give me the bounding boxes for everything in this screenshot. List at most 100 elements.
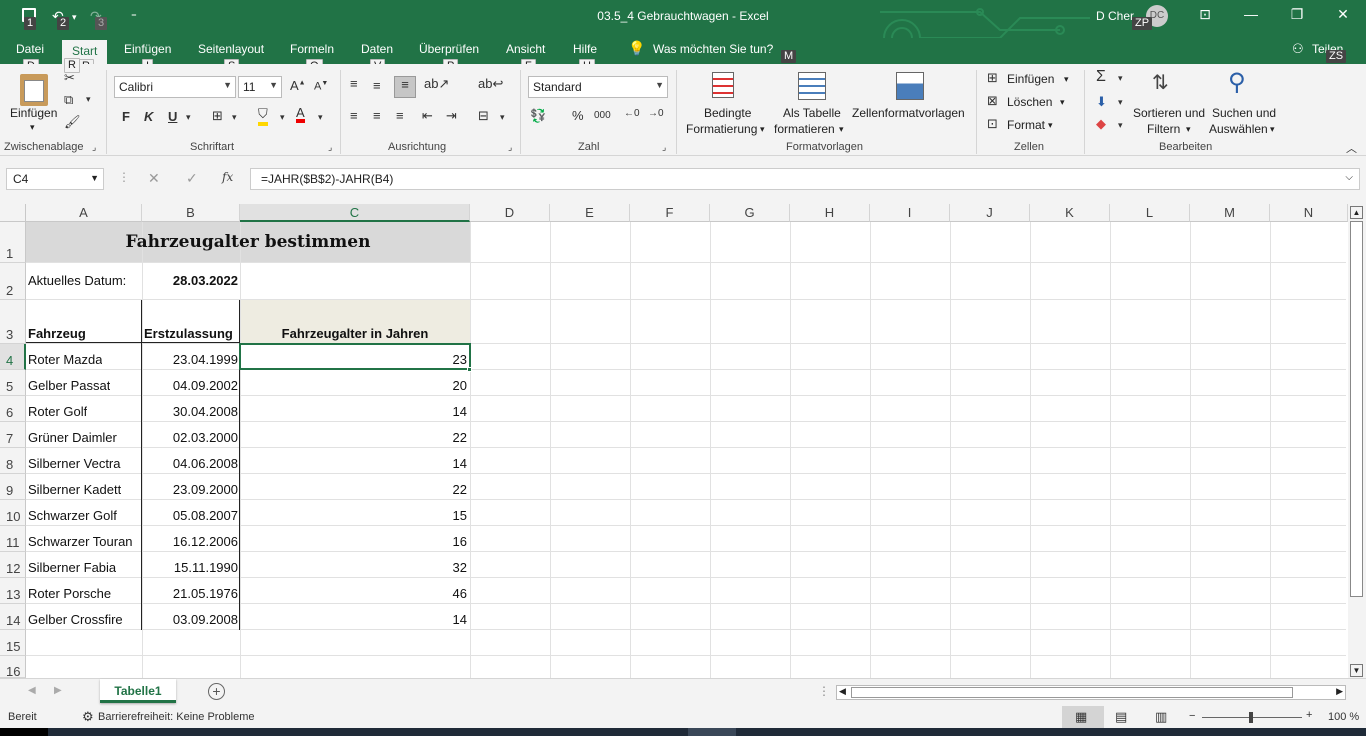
decrease-font-icon[interactable]: A▼: [314, 80, 328, 93]
active-cell-c4[interactable]: [239, 343, 471, 370]
delete-cells-button[interactable]: Löschen: [1007, 95, 1052, 110]
restore-icon[interactable]: ❐: [1282, 6, 1312, 28]
page-break-icon[interactable]: ▥: [1155, 709, 1167, 725]
format-painter-icon[interactable]: 🖌: [64, 114, 81, 130]
col-header-b[interactable]: B: [142, 204, 240, 222]
bold-button[interactable]: F: [122, 109, 130, 124]
next-sheet-icon[interactable]: ▶: [54, 685, 62, 696]
align-bottom-icon[interactable]: ≡: [394, 76, 416, 98]
row-header-8[interactable]: 8: [0, 448, 26, 474]
select-all-corner[interactable]: [0, 204, 26, 222]
row-header-1[interactable]: 1: [0, 222, 26, 263]
row-header-16[interactable]: 16: [0, 656, 26, 679]
cell-a3[interactable]: Fahrzeug: [28, 326, 86, 341]
cell-a5[interactable]: Gelber Passat: [28, 378, 110, 393]
cell-c11[interactable]: 16: [240, 534, 467, 549]
zoom-in-icon[interactable]: +: [1306, 709, 1312, 721]
align-right-icon[interactable]: ≡: [396, 108, 404, 123]
format-cells-button[interactable]: Format: [1007, 118, 1045, 133]
fill-icon[interactable]: ⬇: [1096, 94, 1107, 110]
fill-color-dropdown-icon[interactable]: ▾: [280, 112, 285, 123]
col-header-g[interactable]: G: [710, 204, 790, 222]
accessibility-status[interactable]: Barrierefreiheit: Keine Probleme: [98, 711, 255, 723]
borders-icon[interactable]: ⊞: [212, 108, 223, 124]
conditional-formatting-line2[interactable]: Formatierung: [686, 122, 757, 137]
col-header-f[interactable]: F: [630, 204, 710, 222]
grid-area[interactable]: [26, 222, 1346, 678]
scroll-down-icon[interactable]: ▼: [1350, 664, 1363, 677]
sort-filter-line1[interactable]: Sortieren und: [1133, 106, 1205, 121]
cell-a11[interactable]: Schwarzer Touran: [28, 534, 141, 549]
fill-dropdown-icon[interactable]: ▾: [1118, 97, 1123, 108]
vertical-scroll-thumb[interactable]: [1350, 221, 1363, 597]
row-header-11[interactable]: 11: [0, 526, 26, 552]
increase-decimal-icon[interactable]: ←0: [624, 108, 640, 119]
format-cells-icon[interactable]: ⊡: [987, 116, 998, 132]
find-select-dropdown-icon[interactable]: ▾: [1270, 122, 1275, 137]
find-select-line2[interactable]: Auswählen: [1209, 122, 1268, 137]
name-box[interactable]: C4 ▼: [6, 168, 104, 190]
copy-dropdown-icon[interactable]: ▾: [86, 94, 91, 105]
sort-filter-line2[interactable]: Filtern: [1147, 122, 1180, 137]
col-header-d[interactable]: D: [470, 204, 550, 222]
collapse-ribbon-icon[interactable]: ︿: [1346, 140, 1357, 156]
font-launcher-icon[interactable]: ⌟: [328, 142, 332, 153]
cell-c14[interactable]: 14: [240, 612, 467, 627]
autosum-icon[interactable]: Σ: [1096, 68, 1106, 86]
row-header-9[interactable]: 9: [0, 474, 26, 500]
cell-a13[interactable]: Roter Porsche: [28, 586, 111, 601]
col-header-e[interactable]: E: [550, 204, 630, 222]
minimize-icon[interactable]: —: [1236, 6, 1266, 28]
cell-a2[interactable]: Aktuelles Datum:: [28, 273, 126, 288]
page-layout-icon[interactable]: ▤: [1115, 709, 1127, 725]
row-header-2[interactable]: 2: [0, 263, 26, 300]
row-header-13[interactable]: 13: [0, 578, 26, 604]
tab-daten[interactable]: Daten: [361, 42, 393, 56]
cell-b12[interactable]: 15.11.1990: [142, 560, 238, 575]
merge-dropdown-icon[interactable]: ▾: [500, 112, 505, 123]
find-select-line1[interactable]: Suchen und: [1212, 106, 1276, 121]
paste-dropdown-icon[interactable]: ▾: [30, 120, 35, 135]
insert-cells-icon[interactable]: ⊞: [987, 70, 998, 86]
format-as-table-icon[interactable]: [798, 72, 826, 100]
thousands-separator-icon[interactable]: 000: [594, 110, 611, 121]
increase-font-icon[interactable]: A▲: [290, 78, 306, 93]
cell-b14[interactable]: 03.09.2008: [142, 612, 238, 627]
row-header-10[interactable]: 10: [0, 500, 26, 526]
zoom-level[interactable]: 100 %: [1328, 711, 1359, 723]
orientation-icon[interactable]: ab↗: [424, 76, 449, 92]
cell-c8[interactable]: 14: [240, 456, 467, 471]
tell-me-input[interactable]: Was möchten Sie tun?: [653, 42, 773, 56]
split-handle-icon[interactable]: ⋮: [818, 684, 830, 698]
cell-b8[interactable]: 04.06.2008: [142, 456, 238, 471]
close-icon[interactable]: ✕: [1328, 6, 1358, 28]
accounting-format-icon[interactable]: 💱: [530, 108, 546, 124]
font-color-icon[interactable]: A: [296, 106, 305, 123]
col-header-n[interactable]: N: [1270, 204, 1348, 222]
align-left-icon[interactable]: ≡: [350, 108, 358, 123]
paste-button[interactable]: Einfügen: [10, 106, 57, 121]
cell-a14[interactable]: Gelber Crossfire: [28, 612, 123, 627]
cell-b6[interactable]: 30.04.2008: [142, 404, 238, 419]
format-as-table-line2[interactable]: formatieren: [774, 122, 835, 137]
sort-filter-dropdown-icon[interactable]: ▾: [1186, 122, 1191, 137]
row-header-4[interactable]: 4: [0, 344, 26, 370]
cell-a10[interactable]: Schwarzer Golf: [28, 508, 117, 523]
align-middle-icon[interactable]: ≡: [373, 78, 381, 93]
enter-icon[interactable]: ✓: [186, 170, 198, 187]
col-header-j[interactable]: J: [950, 204, 1030, 222]
row-header-3[interactable]: 3: [0, 300, 26, 344]
cell-c5[interactable]: 20: [240, 378, 467, 393]
scroll-right-icon[interactable]: ▶: [1336, 686, 1343, 697]
scroll-up-icon[interactable]: ▲: [1350, 206, 1363, 219]
row-header-14[interactable]: 14: [0, 604, 26, 630]
tab-hilfe[interactable]: Hilfe: [573, 42, 597, 56]
conditional-formatting-line1[interactable]: Bedingte: [704, 106, 751, 121]
row-header-5[interactable]: 5: [0, 370, 26, 396]
add-sheet-icon[interactable]: +: [208, 683, 225, 700]
cell-a6[interactable]: Roter Golf: [28, 404, 87, 419]
cell-a1-title[interactable]: Fahrzeugalter bestimmen: [26, 232, 470, 252]
merge-center-icon[interactable]: ⊟: [478, 108, 489, 124]
wrap-text-icon[interactable]: ab↩: [478, 76, 503, 92]
col-header-m[interactable]: M: [1190, 204, 1270, 222]
